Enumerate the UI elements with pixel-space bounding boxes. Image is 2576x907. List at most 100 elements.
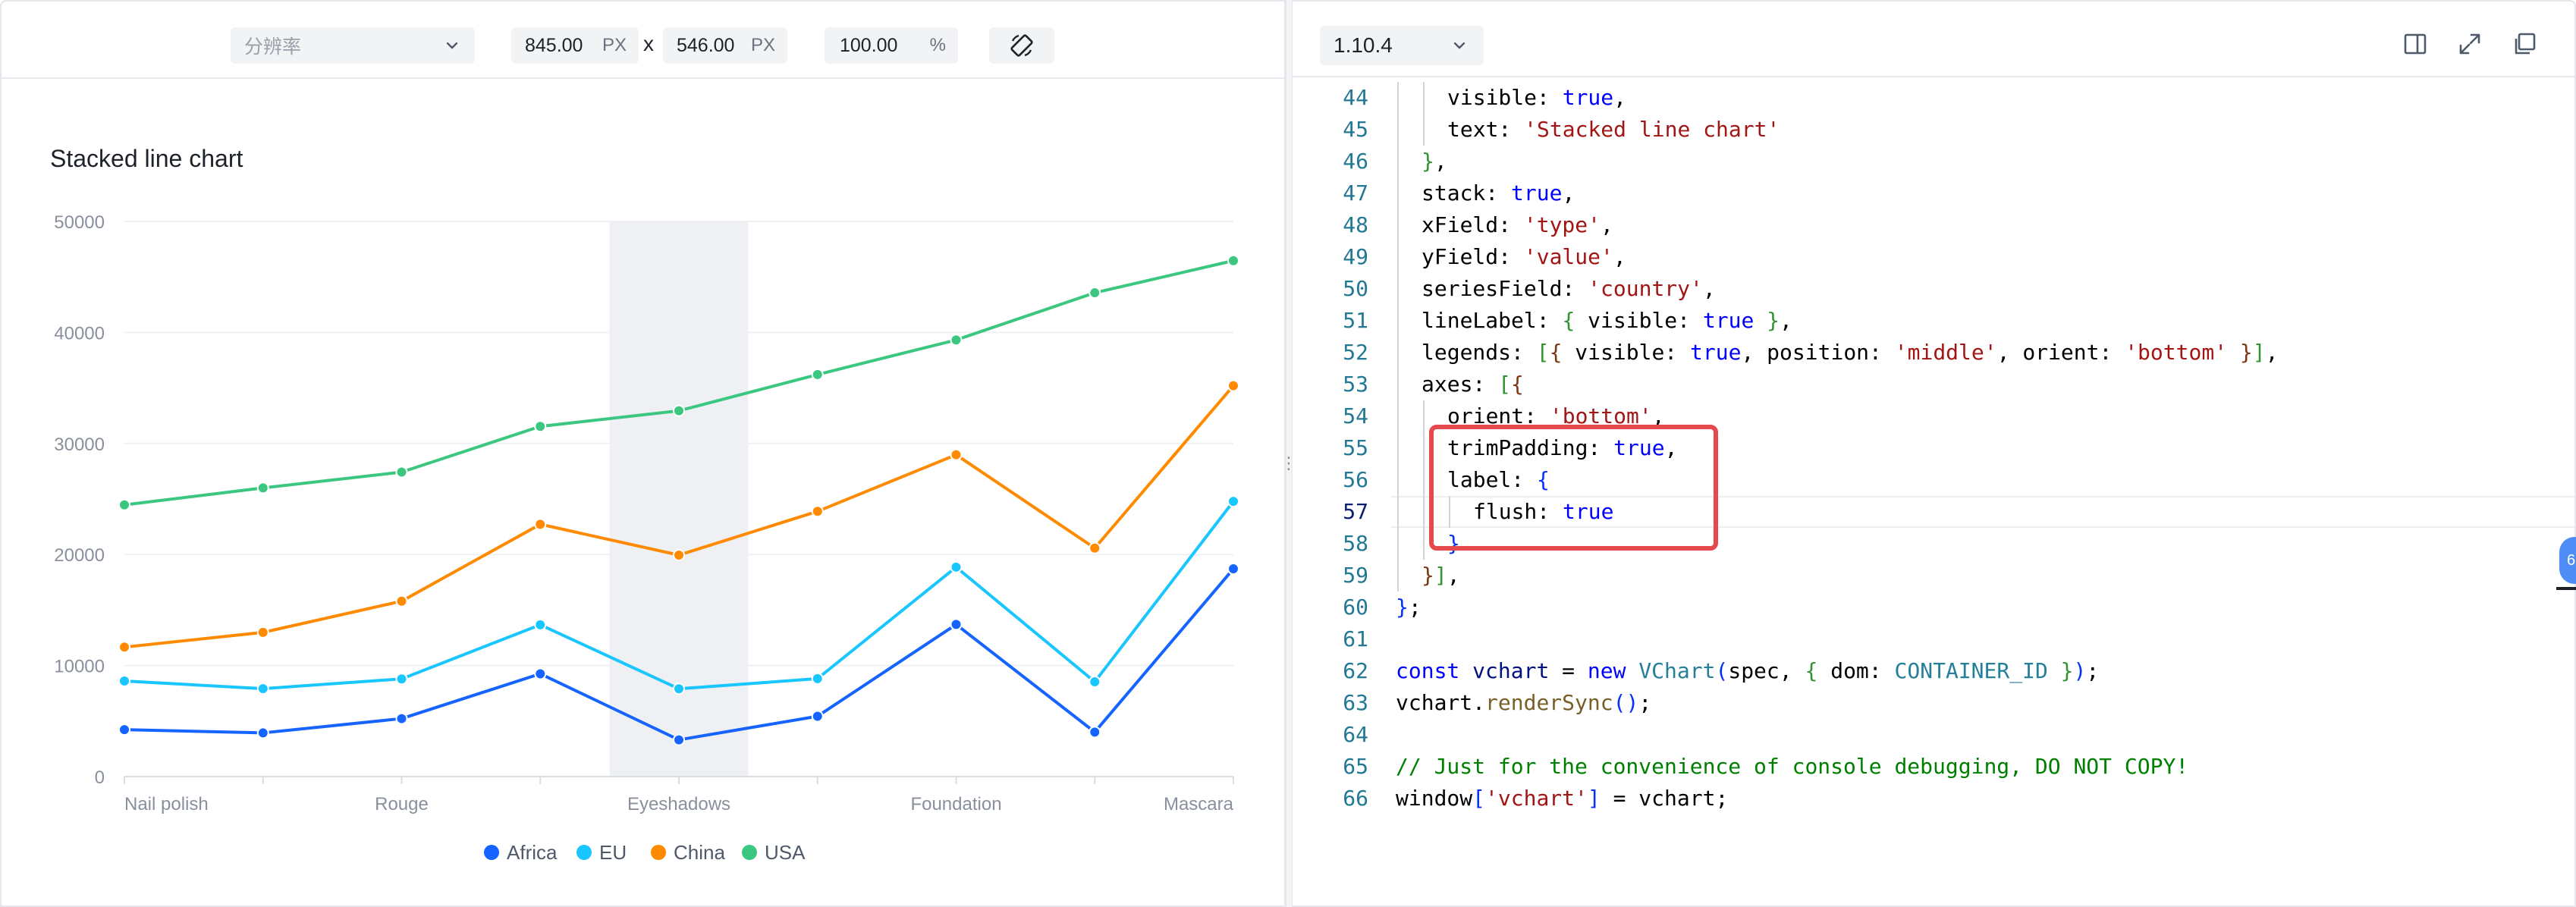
indent-guide (1423, 82, 1425, 114)
line-number: 46 (1343, 149, 1368, 174)
indent-guide (1397, 177, 1399, 209)
data-point (950, 448, 963, 461)
code-text: yField: 'value', (1422, 244, 1626, 269)
line-number: 66 (1343, 786, 1368, 811)
data-point (118, 641, 130, 654)
stacked-line-chart: Stacked line chart 0 10000 20000 30000 40000… (50, 145, 1239, 864)
indent-guide (1397, 560, 1399, 592)
data-point (118, 675, 130, 688)
legend[interactable]: Africa EU China USA (484, 841, 806, 864)
code-line: 64 (1293, 719, 2574, 751)
data-point (811, 710, 824, 723)
expand-icon[interactable] (2456, 30, 2483, 58)
data-point (118, 498, 130, 511)
data-point (256, 727, 269, 739)
data-point (118, 723, 130, 736)
data-point (673, 548, 685, 561)
indent-guide (1397, 432, 1399, 464)
indent-guide (1397, 369, 1399, 400)
zoom-unit: % (929, 35, 946, 55)
legend-label: Africa (507, 841, 558, 864)
code-line: 60}; (1293, 592, 2574, 623)
code-line: 62 const vchart = new VChart(spec, { dom:… (1293, 655, 2574, 687)
legend-marker (742, 845, 757, 860)
code-line: 49 yField: 'value', (1293, 241, 2574, 273)
indent-guide (1423, 432, 1425, 464)
legend-item-china: China (651, 841, 725, 864)
y-tick-label: 0 (95, 767, 105, 788)
version-value: 1.10.4 (1334, 33, 1393, 57)
line-number: 50 (1343, 276, 1368, 301)
legend-item-eu: EU (576, 841, 627, 864)
indent-guide (1397, 209, 1399, 241)
version-select[interactable]: 1.10.4 (1320, 26, 1484, 65)
line-number: 47 (1343, 180, 1368, 206)
data-point (256, 626, 269, 639)
line-number: 56 (1343, 467, 1368, 492)
data-point (673, 733, 685, 746)
code-line: 47 stack: true, (1293, 177, 2574, 209)
code-line: 65 // Just for the convenience of console… (1293, 751, 2574, 783)
code-line: 48 xField: 'type', (1293, 209, 2574, 241)
code-line: 44 visible: true, (1293, 82, 2574, 114)
scroll-marker (2556, 587, 2576, 590)
indent-guide (1397, 528, 1399, 560)
x-tick-label: Eyeshadows (627, 794, 730, 814)
height-unit: PX (750, 35, 775, 55)
line-number: 51 (1343, 308, 1368, 333)
code-line: 63 vchart.renderSync(); (1293, 687, 2574, 719)
y-tick-label: 30000 (54, 435, 105, 455)
code-text: text: 'Stacked line chart' (1447, 117, 1780, 142)
times-sign: x (643, 32, 654, 55)
preview-toolbar: 分辨率 845.00 PX x 546.00 PX 100.00 % (2, 2, 1284, 79)
split-layout-icon[interactable] (2402, 30, 2429, 58)
rotate-button[interactable] (989, 27, 1054, 64)
code-text: xField: 'type', (1422, 212, 1613, 237)
y-axis-labels: 0 10000 20000 30000 40000 50000 (54, 212, 105, 788)
height-input[interactable]: 546.00 PX (663, 27, 787, 64)
code-text: legends: [{ visible: true, position: 'mi… (1422, 340, 2279, 365)
x-tick-label: Foundation (910, 794, 1001, 814)
data-point (811, 368, 824, 381)
copy-icon[interactable] (2511, 30, 2538, 58)
scroll-badge[interactable]: 6 (2559, 537, 2576, 584)
data-point (811, 672, 824, 685)
line-number: 63 (1343, 690, 1368, 715)
zoom-input[interactable]: 100.00 % (825, 27, 958, 64)
code-line: 61 (1293, 623, 2574, 655)
legend-label: USA (765, 841, 806, 864)
data-point (1089, 726, 1101, 739)
data-point (1227, 563, 1239, 576)
width-input[interactable]: 845.00 PX (511, 27, 639, 64)
code-text: // Just for the convenience of console d… (1396, 754, 2189, 779)
y-tick-label: 20000 (54, 545, 105, 566)
code-text: visible: true, (1447, 85, 1627, 110)
legend-label: EU (599, 841, 627, 864)
line-number: 49 (1343, 244, 1368, 269)
indent-guide (1397, 273, 1399, 305)
data-point (256, 482, 269, 494)
line-number: 59 (1343, 563, 1368, 588)
data-point (673, 404, 685, 417)
indent-guide (1397, 337, 1399, 369)
data-point (1227, 254, 1239, 267)
code-text: }, (1422, 149, 1447, 174)
legend-marker (484, 845, 499, 860)
line-number: 55 (1343, 435, 1368, 460)
resolution-select[interactable]: 分辨率 (231, 27, 475, 64)
data-point (811, 505, 824, 518)
y-tick-label: 40000 (54, 323, 105, 344)
indent-guide (1397, 114, 1399, 146)
data-point (395, 673, 408, 686)
chart-title: Stacked line chart (50, 145, 243, 172)
chevron-down-icon (1453, 42, 1465, 49)
data-point (395, 466, 408, 479)
indent-guide (1397, 464, 1399, 496)
data-point (1227, 495, 1239, 508)
code-line: 59}], (1293, 560, 2574, 592)
indent-guide (1397, 496, 1399, 528)
app-root: 分辨率 845.00 PX x 546.00 PX 100.00 % Stack… (0, 0, 2576, 907)
indent-guide (1397, 400, 1399, 432)
data-point (1089, 676, 1101, 689)
data-point (1227, 379, 1239, 392)
